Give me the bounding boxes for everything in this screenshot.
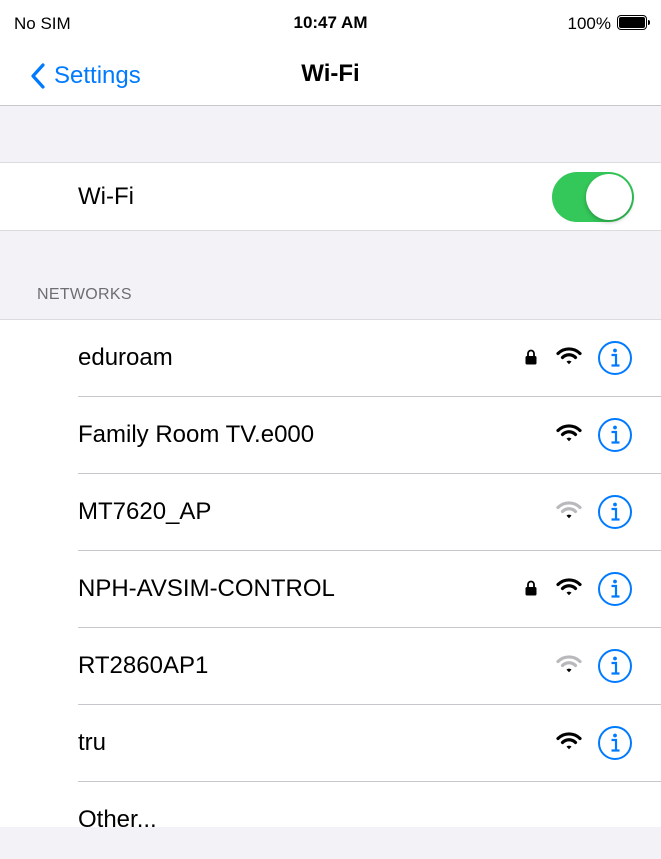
- wifi-signal-icon: [556, 578, 582, 596]
- network-row[interactable]: RT2860AP1: [0, 628, 661, 705]
- battery-percent: 100%: [567, 14, 611, 33]
- status-bar: No SIM 10:47 AM 100%: [0, 0, 661, 46]
- other-network-label: Other...: [78, 806, 157, 833]
- wifi-toggle-label: Wi-Fi: [78, 183, 134, 210]
- wifi-signal-icon: [556, 347, 582, 365]
- page-title: Wi-Fi: [301, 60, 360, 87]
- network-row[interactable]: tru: [0, 705, 661, 782]
- navigation-bar: Settings Wi-Fi: [0, 46, 661, 106]
- network-name: tru: [78, 729, 107, 756]
- lock-icon: [525, 349, 537, 365]
- network-name: NPH-AVSIM-CONTROL: [78, 575, 335, 602]
- network-name: Family Room TV.e000: [78, 421, 315, 448]
- network-row[interactable]: MT7620_AP: [0, 474, 661, 551]
- lock-icon: [525, 580, 537, 596]
- wifi-signal-icon: [556, 655, 582, 673]
- info-circle-icon[interactable]: [597, 417, 633, 453]
- info-circle-icon[interactable]: [597, 648, 633, 684]
- wifi-signal-icon: [556, 424, 582, 442]
- info-circle-icon[interactable]: [597, 494, 633, 530]
- battery-icon: [617, 15, 650, 30]
- network-row[interactable]: Family Room TV.e000: [0, 397, 661, 474]
- info-circle-icon[interactable]: [597, 340, 633, 376]
- network-name: MT7620_AP: [78, 498, 212, 525]
- network-name: eduroam: [78, 344, 173, 371]
- network-row[interactable]: NPH-AVSIM-CONTROL: [0, 551, 661, 628]
- info-circle-icon[interactable]: [597, 725, 633, 761]
- clock: 10:47 AM: [293, 13, 368, 32]
- networks-section-header: NETWORKS: [37, 286, 132, 303]
- toggle-knob: [586, 174, 632, 220]
- wifi-signal-icon: [556, 501, 582, 519]
- network-row[interactable]: eduroam: [0, 320, 661, 397]
- wifi-signal-icon: [556, 732, 582, 750]
- info-circle-icon[interactable]: [597, 571, 633, 607]
- network-list: eduroam Family Room TV.e000 MT7620_AP NPH-A…: [0, 319, 661, 833]
- wifi-toggle-row: Wi-Fi: [0, 162, 661, 231]
- wifi-toggle-switch[interactable]: [552, 172, 634, 222]
- other-network-row[interactable]: Other...: [0, 782, 661, 859]
- network-name: RT2860AP1: [78, 652, 209, 679]
